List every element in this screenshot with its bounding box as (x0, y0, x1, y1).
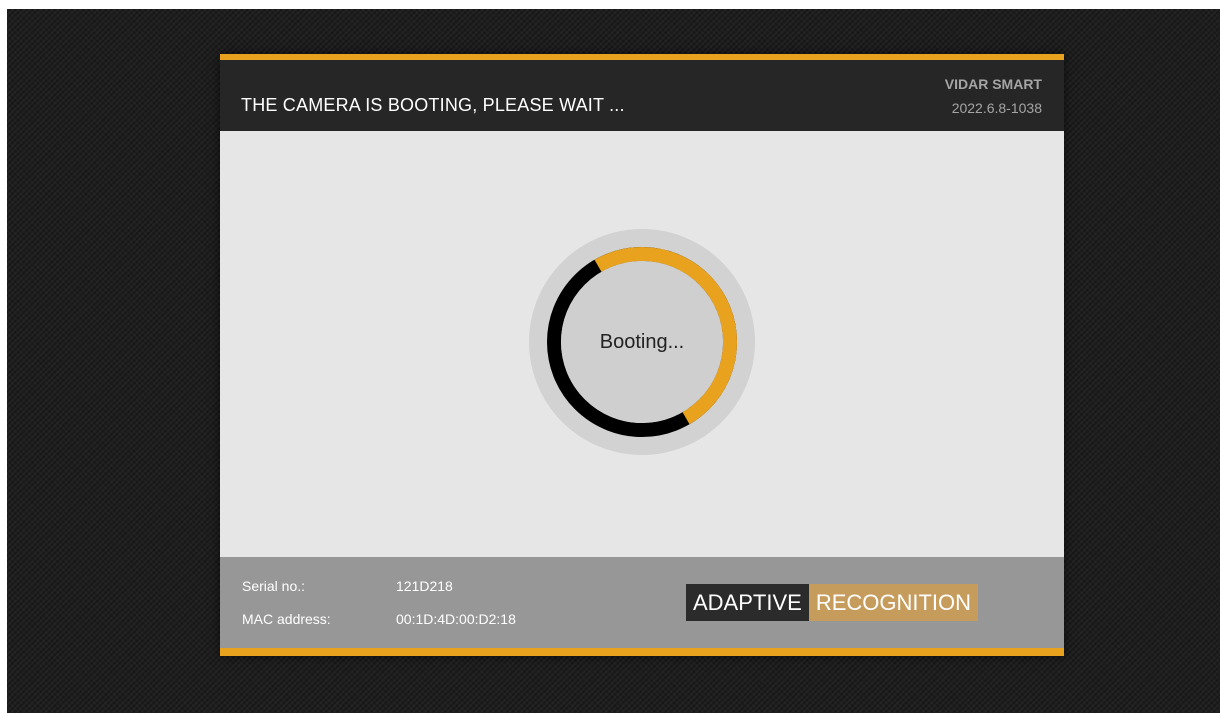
panel-body: Booting... (220, 131, 1064, 557)
product-info: VIDAR SMART 2022.6.8-1038 (945, 72, 1042, 120)
boot-progress-spinner: Booting... (529, 229, 755, 455)
panel-footer: Serial no.: 121D218 MAC address: 00:1D:4… (220, 557, 1064, 656)
product-name: VIDAR SMART (944, 76, 1042, 92)
boot-panel: THE CAMERA IS BOOTING, PLEASE WAIT ... V… (220, 54, 1064, 656)
mac-label: MAC address: (242, 611, 331, 627)
logo-word-adaptive: ADAPTIVE (686, 584, 809, 621)
logo-word-recognition: RECOGNITION (808, 584, 979, 621)
serial-value: 121D218 (396, 578, 453, 594)
adaptive-recognition-logo: ADAPTIVE RECOGNITION (686, 584, 979, 621)
mac-value: 00:1D:4D:00:D2:18 (396, 611, 516, 627)
boot-status-text: Booting... (599, 331, 685, 353)
background: THE CAMERA IS BOOTING, PLEASE WAIT ... V… (7, 9, 1220, 713)
serial-label: Serial no.: (242, 578, 306, 594)
panel-header: THE CAMERA IS BOOTING, PLEASE WAIT ... V… (220, 54, 1064, 131)
firmware-version: 2022.6.8-1038 (951, 100, 1042, 116)
page-title: THE CAMERA IS BOOTING, PLEASE WAIT ... (241, 95, 625, 115)
